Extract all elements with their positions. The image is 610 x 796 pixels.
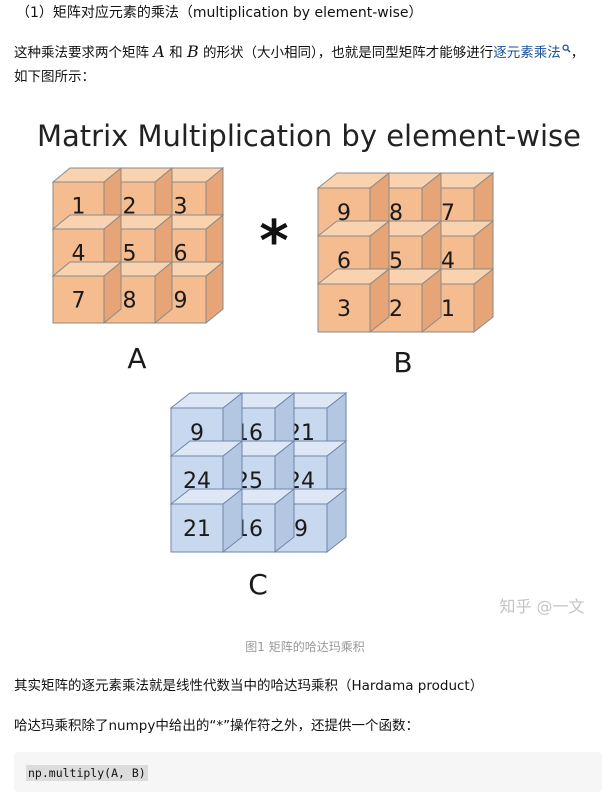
multiply-operator: *	[259, 209, 288, 274]
matrix-label: A	[127, 342, 146, 375]
matrix-cell-value: 2	[389, 297, 403, 322]
matrix-cell-value: 3	[337, 297, 351, 322]
figure-caption: 图1 矩阵的哈达玛乘积	[245, 640, 365, 654]
matrix-label: C	[248, 568, 268, 601]
intro-text-3: 的形状（大小相同），也就是同型矩阵才能够进行	[198, 45, 494, 61]
matrix-cell-value: 9	[294, 517, 308, 542]
matrix-cell: 7	[51, 260, 123, 325]
element-wise-link[interactable]: 逐元素乘法	[493, 44, 571, 61]
math-symbol-b: B	[186, 42, 199, 61]
numpy-paragraph: 哈达玛乘积除了numpy中给出的“*”操作符之外，还提供一个函数：	[14, 718, 420, 734]
intro-text-2: 和	[164, 45, 187, 61]
matrix-cell-value: 1	[441, 297, 455, 322]
intro-paragraph: 这种乘法要求两个矩阵 A 和 B 的形状（大小相同），也就是同型矩阵才能够进行逐…	[14, 40, 599, 89]
section-heading: （1）矩阵对应元素的乘法（multiplication by element-w…	[16, 5, 423, 21]
matrix-cell: 3	[316, 267, 391, 334]
matrix-cell: 21	[169, 487, 244, 554]
intro-text-1: 这种乘法要求两个矩阵	[14, 45, 154, 61]
element-wise-link-text[interactable]: 逐元素乘法	[493, 45, 561, 61]
matrix-cell-value: 9	[174, 289, 188, 314]
code-line[interactable]: np.multiply(A, B)	[26, 765, 148, 781]
matrix-a: 321654987A	[51, 166, 225, 375]
matrix-cell-value: 7	[72, 289, 86, 314]
code-block[interactable]: np.multiply(A, B)	[14, 752, 602, 792]
figure-title: Matrix Multiplication by element-wise	[37, 119, 581, 153]
watermark: 知乎 @一文	[499, 597, 584, 616]
matrix-figure-svg: Matrix Multiplication by element-wise 3 2…	[37, 119, 585, 616]
matrix-cell-value: 8	[123, 289, 137, 314]
search-icon[interactable]	[562, 44, 571, 53]
matrix-figure: Matrix Multiplication by element-wise 3 2…	[0, 100, 610, 620]
intro-text-4: ，	[570, 45, 585, 61]
matrix-c: 2116924252491621C	[169, 391, 348, 601]
math-symbol-a: A	[153, 42, 165, 61]
matrix-cell-value: 21	[183, 517, 211, 542]
hadamard-paragraph: 其实矩阵的逐元素乘法就是线性代数当中的哈达玛乘积（Hardama product…	[14, 678, 484, 694]
matrix-b: 789456123B	[316, 171, 495, 379]
matrix-label: B	[393, 346, 412, 379]
intro-text-line2: 如下图所示：	[14, 69, 95, 85]
